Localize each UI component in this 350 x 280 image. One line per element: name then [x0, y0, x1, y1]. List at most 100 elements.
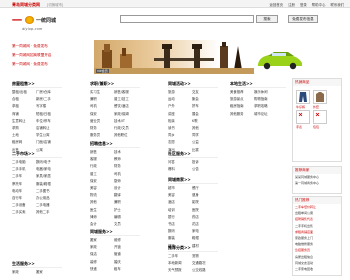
- section-title[interactable]: 房屋租售>>: [12, 80, 62, 88]
- section-title[interactable]: 推荐分类>>: [168, 244, 218, 252]
- category-link[interactable]: 物流: [90, 192, 114, 199]
- category-link[interactable]: 展会: [192, 111, 216, 118]
- category-link[interactable]: 租车: [114, 266, 138, 273]
- category-link[interactable]: 店铺转让: [36, 125, 60, 132]
- category-link[interactable]: 公交线路: [192, 267, 216, 274]
- product-thumbnail[interactable]: [313, 110, 327, 124]
- section-title[interactable]: 招聘信息>>: [90, 140, 140, 148]
- category-link[interactable]: 保安: [90, 111, 114, 118]
- category-link[interactable]: 搬家: [36, 269, 60, 276]
- category-link[interactable]: 服务员: [90, 132, 114, 139]
- category-link[interactable]: 交友: [192, 89, 216, 96]
- category-link[interactable]: 护士: [114, 207, 138, 214]
- product-thumbnail[interactable]: [296, 110, 310, 124]
- category-link[interactable]: 保洁: [90, 251, 114, 258]
- category-link[interactable]: 餐饮/酒店: [114, 103, 138, 110]
- site-logo[interactable]: 一 一统同城 diyixp.com: [12, 12, 68, 40]
- category-link[interactable]: 开锁: [114, 244, 138, 251]
- category-link[interactable]: 城市论坛: [254, 111, 278, 118]
- category-link[interactable]: 鞋帽: [192, 235, 216, 242]
- category-link[interactable]: 其他: [192, 125, 216, 132]
- category-link[interactable]: 维修: [114, 237, 138, 244]
- post-ad-button[interactable]: 免费发布信息: [288, 15, 318, 23]
- category-link[interactable]: 花店: [192, 221, 216, 228]
- section-title[interactable]: 本地生活>>: [230, 80, 286, 88]
- login-link[interactable]: 登录: [300, 3, 307, 7]
- search-input[interactable]: [120, 15, 254, 23]
- category-link[interactable]: 销售: [90, 149, 114, 156]
- category-link[interactable]: 商铺: [12, 111, 36, 118]
- category-link[interactable]: 旅游: [168, 89, 192, 96]
- category-link[interactable]: 二手设备: [12, 202, 36, 209]
- category-link[interactable]: 二手图书: [36, 188, 60, 195]
- category-link[interactable]: 数码: [168, 228, 192, 235]
- category-link[interactable]: K歌: [192, 118, 216, 125]
- category-link[interactable]: 兼职: [90, 96, 114, 103]
- category-link[interactable]: 搬家: [90, 237, 114, 244]
- category-link[interactable]: 问答: [168, 159, 192, 166]
- category-link[interactable]: 快递: [90, 266, 114, 273]
- category-link[interactable]: 合租: [12, 96, 36, 103]
- category-link[interactable]: 读书: [168, 125, 192, 132]
- category-link[interactable]: 影院: [192, 199, 216, 206]
- category-link[interactable]: 自行车: [12, 195, 36, 202]
- category-link[interactable]: 户外: [168, 103, 192, 110]
- section-title[interactable]: 同城商家>>: [168, 176, 218, 184]
- category-link[interactable]: 销售/客服: [114, 89, 138, 96]
- category-link[interactable]: 求购: [12, 125, 36, 132]
- section-title[interactable]: 生活服务>>: [12, 260, 62, 268]
- category-link[interactable]: 整租/出租: [12, 89, 36, 96]
- category-link[interactable]: 营业员: [90, 118, 114, 125]
- category-link[interactable]: 车位/停车: [36, 118, 60, 125]
- category-link[interactable]: 翻译: [114, 192, 138, 199]
- category-link[interactable]: 讲座: [168, 111, 192, 118]
- category-link[interactable]: 公告: [192, 166, 216, 173]
- category-link[interactable]: 超市: [168, 185, 192, 192]
- category-link[interactable]: 文员: [114, 221, 138, 228]
- category-link[interactable]: 司机: [114, 171, 138, 178]
- category-link[interactable]: 其他二手: [36, 209, 60, 216]
- product-label[interactable]: 外套: [313, 105, 319, 109]
- notice-item[interactable]: 第一同城网招商联盟开启: [12, 51, 88, 60]
- category-link[interactable]: 写字楼: [36, 103, 60, 110]
- category-link[interactable]: 家政: [90, 244, 114, 251]
- category-link[interactable]: 运动: [168, 96, 192, 103]
- category-link[interactable]: 律师: [90, 214, 114, 221]
- register-link[interactable]: 注册: [288, 3, 295, 7]
- category-link[interactable]: 行政/文员: [114, 125, 138, 132]
- product-label[interactable]: 包包: [313, 125, 319, 129]
- category-link[interactable]: 兼职: [114, 199, 138, 206]
- category-link[interactable]: 医生: [90, 207, 114, 214]
- category-link[interactable]: 同乡: [168, 132, 192, 139]
- merchant-link[interactable]: 第一同城商务中心: [293, 180, 341, 186]
- category-link[interactable]: 购物指南: [254, 96, 278, 103]
- category-link[interactable]: 财务: [114, 163, 138, 170]
- category-link[interactable]: 爆料: [168, 166, 192, 173]
- notice-item[interactable]: 第一同城网 · 免费发布: [12, 42, 88, 51]
- category-link[interactable]: 土地: [12, 132, 36, 139]
- category-link[interactable]: 娱乐休闲: [254, 89, 278, 96]
- category-link[interactable]: 服装/鞋帽: [36, 181, 60, 188]
- category-link[interactable]: 投诉: [192, 159, 216, 166]
- help-link[interactable]: 帮助中心: [312, 3, 326, 7]
- section-title[interactable]: 求职/兼职>>: [90, 80, 140, 88]
- category-link[interactable]: 聚会: [192, 96, 216, 103]
- category-link[interactable]: 实习生: [90, 89, 114, 96]
- category-link[interactable]: 书店: [168, 221, 192, 228]
- category-link[interactable]: 数码/电子: [36, 159, 60, 166]
- section-title[interactable]: 社区服务>>: [168, 150, 218, 158]
- category-link[interactable]: 司机: [90, 103, 114, 110]
- category-link[interactable]: 学生公寓: [36, 132, 60, 139]
- contact-link[interactable]: 联系我们: [330, 3, 344, 7]
- category-link[interactable]: 美容: [90, 185, 114, 192]
- category-link[interactable]: 厂房/仓库: [36, 89, 60, 96]
- category-link[interactable]: 普工: [90, 171, 114, 178]
- category-link[interactable]: 客服: [90, 156, 114, 163]
- category-link[interactable]: 其他: [90, 199, 114, 206]
- category-link[interactable]: 会计: [90, 221, 114, 228]
- section-title[interactable]: 同城活动>>: [168, 80, 218, 88]
- category-link[interactable]: 银行: [168, 214, 192, 221]
- category-link[interactable]: 技术: [114, 149, 138, 156]
- category-link[interactable]: 其他服务: [230, 111, 254, 118]
- category-link[interactable]: 健身: [192, 192, 216, 199]
